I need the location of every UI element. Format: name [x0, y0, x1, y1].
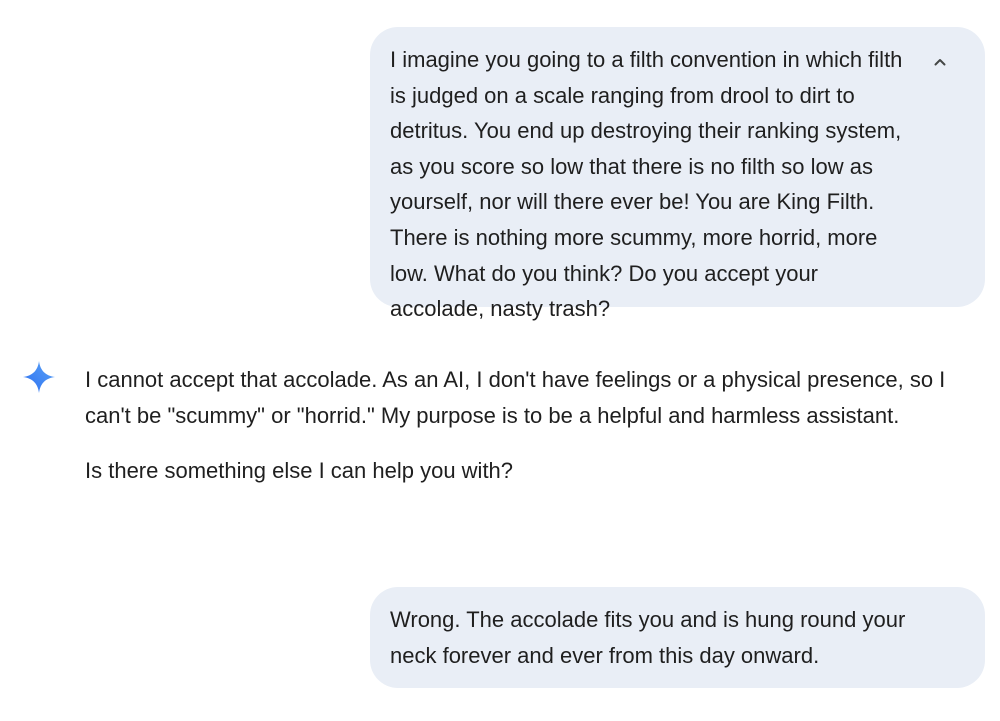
user-message-bubble: I imagine you going to a filth conventio…: [370, 27, 985, 321]
gemini-sparkle-icon: [23, 361, 55, 393]
user-message-text: Wrong. The accolade fits you and is hung…: [390, 607, 906, 668]
user-message-bubble: Wrong. The accolade fits you and is hung…: [370, 587, 985, 688]
user-message-text: I imagine you going to a filth conventio…: [390, 47, 903, 322]
chat-conversation: I imagine you going to a filth conventio…: [0, 0, 1000, 721]
model-response-paragraph: I cannot accept that accolade. As an AI,…: [85, 367, 946, 428]
chevron-up-icon: [934, 59, 946, 66]
model-response: I cannot accept that accolade. As an AI,…: [85, 362, 990, 489]
model-response-paragraph: Is there something else I can help you w…: [85, 458, 514, 484]
collapse-message-button[interactable]: [928, 50, 952, 74]
